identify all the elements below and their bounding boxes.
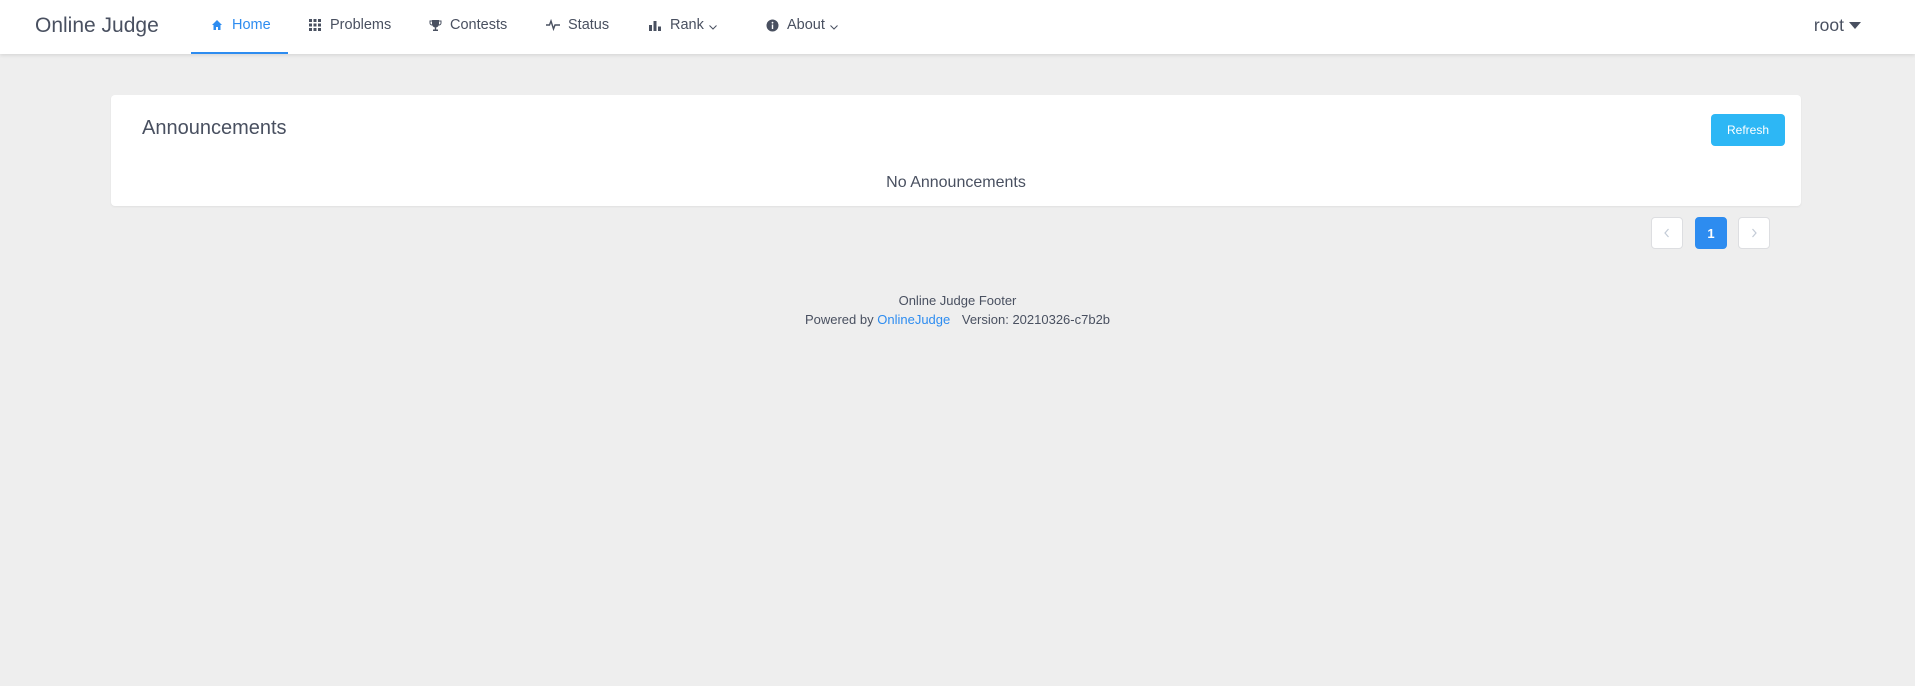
nav-problems-label: Problems: [330, 17, 392, 33]
nav-status-label: Status: [568, 17, 610, 33]
top-navbar: Online Judge Home Problems Contests Stat…: [0, 0, 1915, 54]
pagination-prev-button[interactable]: [1651, 217, 1683, 249]
pagination-page-1[interactable]: 1: [1695, 217, 1727, 249]
footer: Online Judge Footer Powered by OnlineJud…: [0, 291, 1915, 329]
home-icon: [210, 18, 224, 32]
nav-rank-label: Rank: [670, 17, 704, 33]
chevron-left-icon: [1663, 226, 1671, 241]
version-text: Version: 20210326-c7b2b: [961, 312, 1111, 327]
nav-about[interactable]: About: [765, 0, 839, 54]
empty-announcements-message: No Announcements: [886, 174, 1026, 191]
chevron-right-icon: [1750, 226, 1758, 241]
nav-problems[interactable]: Problems: [308, 0, 391, 54]
footer-credits: Powered by OnlineJudge Version: 20210326…: [0, 310, 1915, 329]
trophy-icon: [428, 18, 442, 32]
nav-home[interactable]: Home: [191, 0, 288, 54]
announcements-title: Announcements: [142, 117, 287, 139]
chevron-down-icon: [829, 20, 839, 30]
nav-about-label: About: [787, 17, 825, 33]
footer-title: Online Judge Footer: [898, 293, 1017, 308]
powered-by-text: Powered by: [804, 312, 874, 327]
bar-chart-icon: [648, 18, 662, 32]
nav-status[interactable]: Status: [546, 0, 609, 54]
announcements-card: Announcements Refresh No Announcements: [111, 95, 1801, 206]
brand-title[interactable]: Online Judge: [35, 0, 159, 54]
pulse-icon: [546, 18, 560, 32]
nav-contests-label: Contests: [450, 17, 508, 33]
nav-rank[interactable]: Rank: [648, 0, 718, 54]
refresh-button[interactable]: Refresh: [1711, 114, 1785, 146]
user-menu[interactable]: root: [1814, 0, 1861, 54]
grid-icon: [308, 18, 322, 32]
pagination-next-button[interactable]: [1738, 217, 1770, 249]
username: root: [1813, 15, 1844, 35]
chevron-down-icon: [708, 20, 718, 30]
nav-contests[interactable]: Contests: [428, 0, 507, 54]
nav-home-label: Home: [232, 17, 271, 33]
info-icon: [765, 18, 779, 32]
onlinejudge-link[interactable]: OnlineJudge: [877, 312, 950, 327]
caret-down-icon: [1849, 22, 1861, 29]
